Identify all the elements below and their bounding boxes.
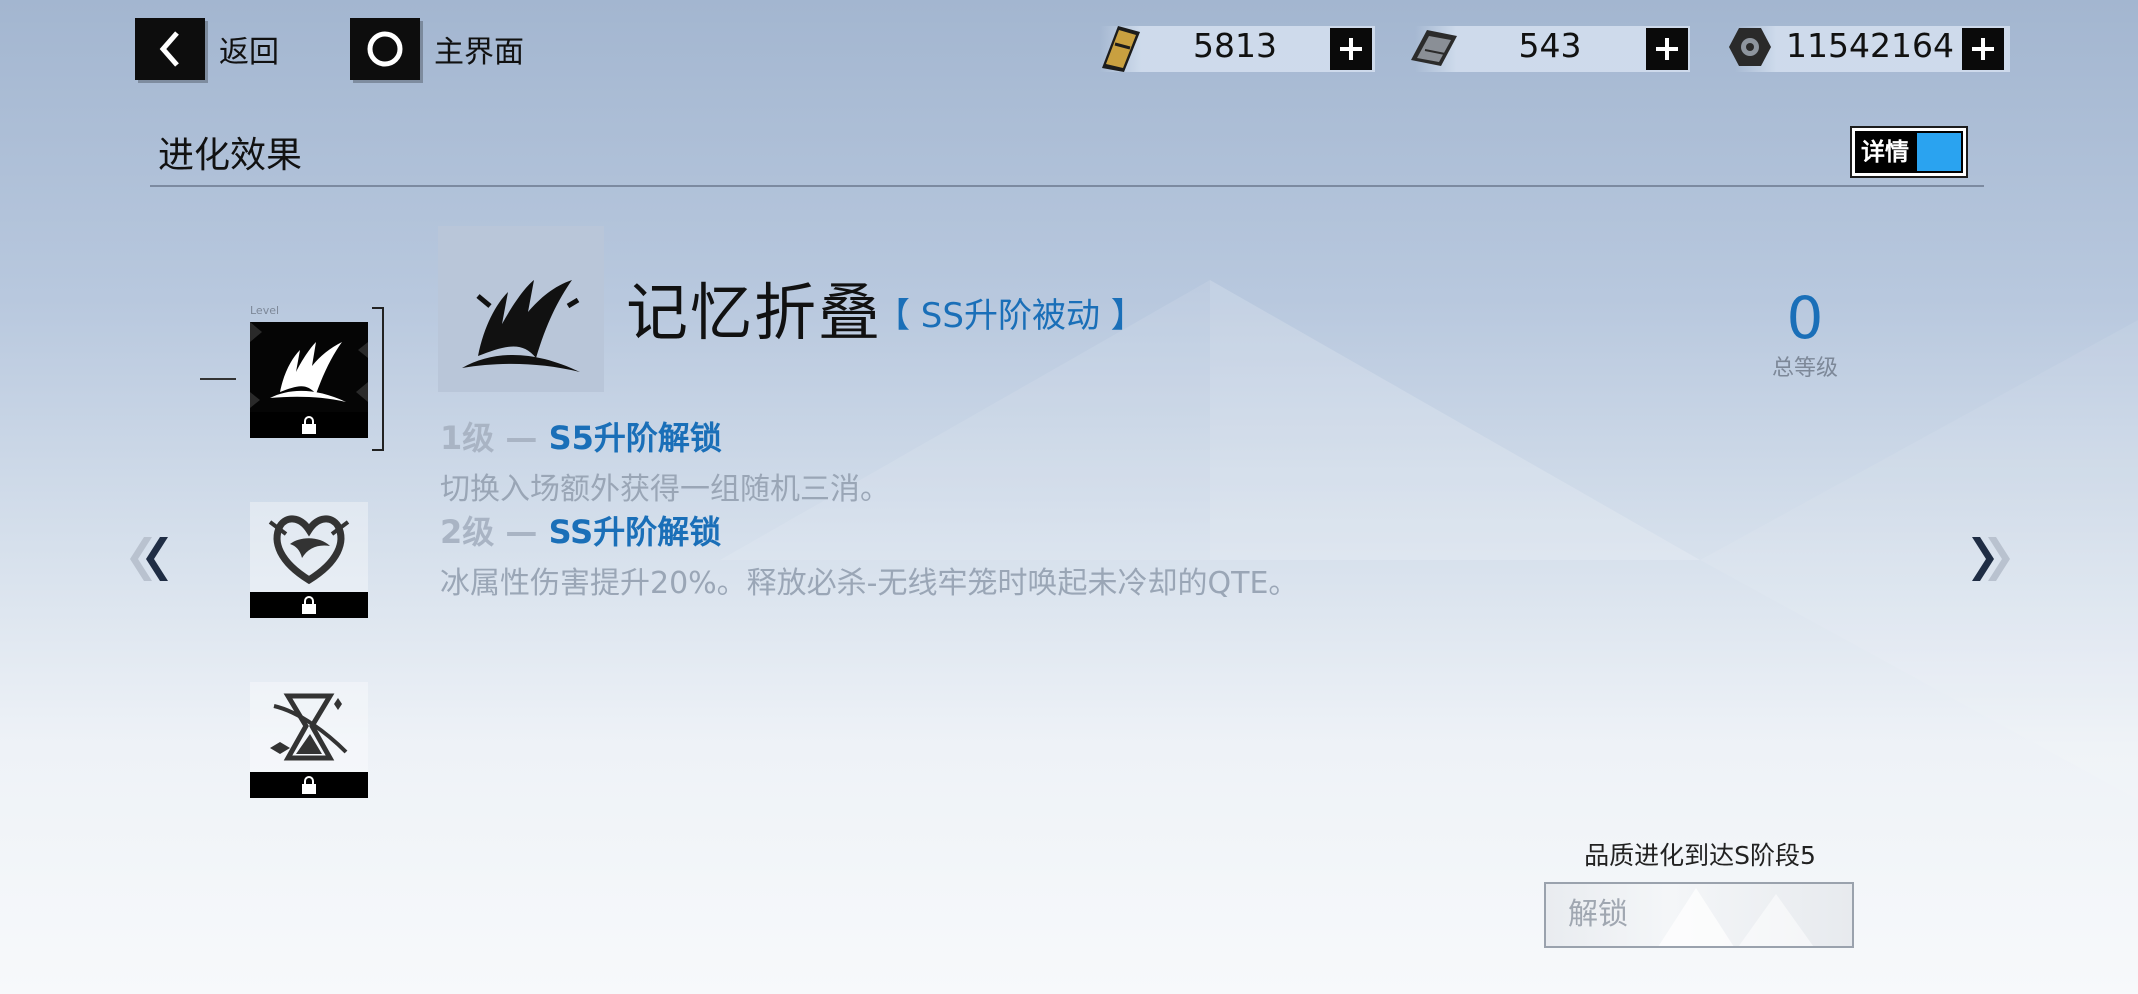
thumb-lock-bar <box>250 592 368 618</box>
back-button[interactable]: 返回 <box>135 18 279 80</box>
level-2-number: 2级 — <box>440 513 549 551</box>
thumb-lock-bar <box>250 772 368 798</box>
section-divider <box>150 185 1984 187</box>
back-arrow-icon <box>135 18 205 80</box>
level-2-unlock: SS升阶解锁 <box>548 513 722 551</box>
level-1-heading: 1级 — S5升阶解锁 <box>440 413 722 459</box>
claw-slash-icon <box>250 322 368 408</box>
heart-wing-icon <box>268 515 350 585</box>
thumb-level-label: Level <box>250 304 280 317</box>
skill-large-icon <box>438 226 604 392</box>
double-chevron-left-icon <box>130 537 168 581</box>
plus-icon <box>1340 38 1362 60</box>
level-1-unlock: S5升阶解锁 <box>548 419 722 457</box>
unlock-button-label: 解锁 <box>1568 897 1628 932</box>
unlock-condition: 品质进化到达S阶段5 <box>1584 841 1816 870</box>
selection-bracket <box>372 307 384 451</box>
prev-arrow-button[interactable] <box>120 533 170 589</box>
nut-count: 11542164 <box>1786 26 1954 65</box>
level-1-number: 1级 — <box>440 419 549 457</box>
detail-toggle[interactable]: 详情 <box>1850 126 1968 178</box>
toggle-knob <box>1915 131 1963 173</box>
unlock-button[interactable]: 解锁 <box>1544 882 1854 948</box>
card-count: 543 <box>1518 26 1582 65</box>
total-level-label: 总等级 <box>1771 356 1838 381</box>
lock-icon <box>302 596 316 614</box>
thumb-skill-3[interactable] <box>250 682 368 798</box>
nut-add-button[interactable] <box>1962 28 2004 70</box>
skill-name: 记忆折叠 <box>626 276 883 349</box>
card-icon <box>1405 24 1461 74</box>
next-arrow-button[interactable] <box>1970 533 2020 589</box>
skill-tag: 【 SS升阶被动 】 <box>876 296 1145 336</box>
ticket-icon <box>1090 22 1146 76</box>
plus-icon <box>1656 38 1678 60</box>
thumb-lock-bar <box>250 412 368 438</box>
double-chevron-right-icon <box>1972 537 2010 581</box>
thumb-skill-2[interactable] <box>250 502 368 618</box>
lock-icon <box>302 416 316 434</box>
home-button[interactable]: 主界面 <box>350 18 524 80</box>
detail-toggle-label: 详情 <box>1855 131 1915 173</box>
plus-icon <box>1972 38 1994 60</box>
back-label: 返回 <box>219 35 279 70</box>
claw-slash-icon <box>462 280 580 372</box>
home-label: 主界面 <box>434 35 524 70</box>
nut-icon <box>1725 24 1775 74</box>
home-circle-icon <box>350 18 420 80</box>
ticket-add-button[interactable] <box>1330 28 1372 70</box>
card-add-button[interactable] <box>1646 28 1688 70</box>
total-level-value: 0 <box>1786 284 1824 352</box>
selector-line <box>200 378 236 380</box>
section-title: 进化效果 <box>158 135 303 176</box>
level-2-description: 冰属性伤害提升20%。释放必杀-无线牢笼时唤起未冷却的QTE。 <box>440 566 1299 601</box>
ticket-count: 5813 <box>1193 26 1277 65</box>
level-2-heading: 2级 — SS升阶解锁 <box>440 507 721 553</box>
lock-icon <box>302 776 316 794</box>
level-1-description: 切换入场额外获得一组随机三消。 <box>440 472 890 507</box>
thumb-skill-1[interactable] <box>250 322 368 438</box>
hourglass-icon <box>270 693 348 761</box>
